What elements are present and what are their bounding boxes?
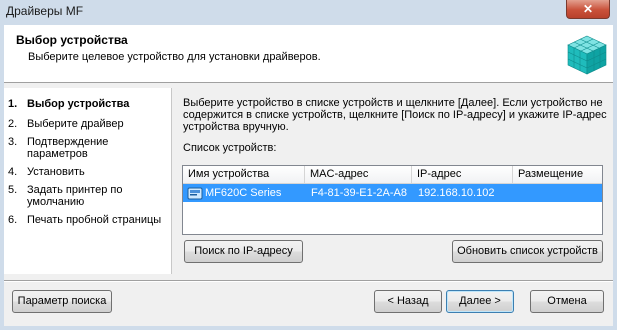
ip-address-cell: 192.168.10.102 bbox=[418, 187, 495, 199]
wizard-header: Выбор устройства Выберите целевое устрой… bbox=[4, 25, 613, 83]
table-row[interactable]: MF620C Series F4-81-39-E1-2A-A8 192.168.… bbox=[183, 184, 602, 202]
device-list-label: Список устройств: bbox=[183, 142, 277, 154]
step-label: Печать пробной страницы bbox=[27, 214, 162, 226]
step-number: 6. bbox=[8, 214, 18, 226]
step-label: Выбор устройства bbox=[27, 98, 130, 110]
back-button[interactable]: < Назад bbox=[374, 290, 442, 313]
step-number: 5. bbox=[8, 184, 18, 196]
step-number: 3. bbox=[8, 136, 18, 148]
mac-address-cell: F4-81-39-E1-2A-A8 bbox=[311, 187, 407, 199]
step-number: 2. bbox=[8, 118, 18, 130]
device-name-cell: MF620C Series bbox=[205, 187, 282, 199]
device-list-header: Имя устройства MAC-адрес IP-адрес Размещ… bbox=[183, 166, 602, 184]
step-label: Подтверждение параметров bbox=[27, 136, 109, 160]
window-frame-bottom bbox=[0, 326, 617, 330]
search-by-ip-button[interactable]: Поиск по IP-адресу bbox=[184, 240, 303, 263]
window-frame-right bbox=[613, 25, 617, 330]
close-button[interactable]: ✕ bbox=[566, 0, 610, 19]
next-button[interactable]: Далее > bbox=[446, 290, 514, 313]
step-label: Выберите драйвер bbox=[27, 118, 124, 130]
window-title: Драйверы MF bbox=[6, 4, 84, 18]
driver-cube-icon bbox=[567, 35, 607, 75]
column-device-name[interactable]: Имя устройства bbox=[183, 166, 305, 183]
column-location[interactable]: Размещение bbox=[513, 166, 602, 183]
device-list[interactable]: Имя устройства MAC-адрес IP-адрес Размещ… bbox=[182, 165, 603, 235]
footer-divider bbox=[4, 280, 613, 282]
instruction-text: Выберите устройство в списке устройств и… bbox=[183, 97, 607, 133]
step-number: 4. bbox=[8, 166, 18, 178]
wizard-steps-panel: 1. Выбор устройства 2. Выберите драйвер … bbox=[4, 88, 172, 274]
page-title: Выбор устройства bbox=[16, 33, 128, 47]
step-label: Установить bbox=[27, 166, 85, 178]
step-label: Задать принтер по умолчанию bbox=[27, 184, 123, 208]
cancel-button[interactable]: Отмена bbox=[530, 290, 604, 313]
column-ip-address[interactable]: IP-адрес bbox=[412, 166, 513, 183]
step-number: 1. bbox=[8, 98, 18, 110]
page-subtitle: Выберите целевое устройство для установк… bbox=[28, 51, 321, 63]
search-parameters-button[interactable]: Параметр поиска bbox=[12, 290, 112, 313]
printer-device-icon bbox=[187, 187, 203, 200]
refresh-device-list-button[interactable]: Обновить список устройств bbox=[452, 240, 603, 263]
column-mac-address[interactable]: MAC-адрес bbox=[305, 166, 412, 183]
title-bar: Драйверы MF ✕ bbox=[0, 0, 617, 26]
